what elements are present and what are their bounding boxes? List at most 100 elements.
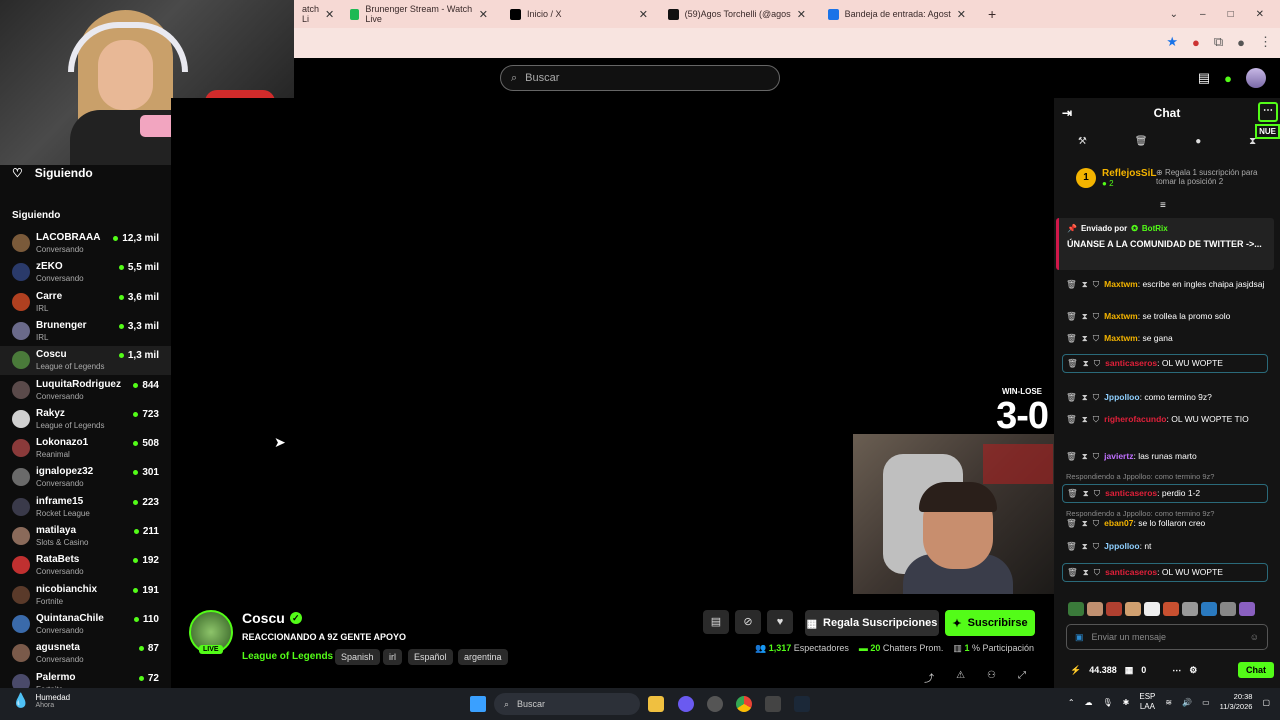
puzzle-icon[interactable]: ⧉	[1214, 34, 1223, 50]
taskbar-search[interactable]: ⌕ Buscar	[494, 693, 640, 715]
sidebar-channel[interactable]: Carre IRL 3,6 mil	[0, 288, 171, 317]
chat-username[interactable]: santicaseros	[1105, 488, 1157, 498]
network-icon[interactable]: ☁	[1085, 698, 1093, 707]
chat-message[interactable]: 🗑 ⧗ ⛉ santicaseros: perdio 1-2	[1062, 484, 1268, 503]
gift-goal[interactable]: ⊕ Regala 1 suscripción para tomar la pos…	[1156, 168, 1268, 186]
sidebar-header[interactable]: ♡ Siguiendo	[12, 165, 93, 181]
avatar[interactable]	[1246, 68, 1266, 88]
extension-icon[interactable]: ●	[1192, 35, 1200, 50]
app-icon[interactable]	[765, 696, 781, 712]
maximize-icon[interactable]: □	[1228, 9, 1234, 20]
chat-message[interactable]: 🗑 ⧗ ⛉ Maxtwm: se trollea la promo solo	[1066, 310, 1270, 323]
chat-username[interactable]: eban07	[1104, 518, 1133, 528]
emote-icon[interactable]	[1182, 602, 1198, 616]
shield-icon[interactable]: ⛉	[1094, 358, 1100, 368]
hourglass-icon[interactable]: ⧗	[1082, 333, 1088, 343]
stream-category[interactable]: League of Legends	[242, 651, 333, 662]
users-icon[interactable]: ⚇	[987, 670, 996, 685]
new-tab-button[interactable]: +	[980, 0, 1004, 28]
shield-icon[interactable]: ⛉	[1093, 392, 1099, 402]
chat-settings-icon[interactable]: ⋯	[1172, 665, 1181, 676]
wifi-icon[interactable]: ≋	[1165, 698, 1172, 707]
channel-name[interactable]: Coscu ✓	[242, 610, 302, 626]
bookmark-star-icon[interactable]: ★	[1166, 34, 1178, 50]
close-icon[interactable]: ✕	[639, 8, 648, 21]
weather-widget[interactable]: 💧 Humedad Ahora	[12, 692, 70, 709]
emote-icon[interactable]	[1087, 602, 1103, 616]
chat-username[interactable]: Jppolloo	[1104, 541, 1139, 551]
chat-message[interactable]: 🗑 ⧗ ⛉ Maxtwm: se gana	[1066, 332, 1270, 345]
chat-username[interactable]: Jppolloo	[1104, 392, 1139, 402]
sidebar-channel[interactable]: Lokonazo1 Reanimal 508	[0, 434, 171, 463]
inbox-icon[interactable]: ▤	[1198, 70, 1210, 86]
close-icon[interactable]: ✕	[957, 8, 966, 21]
emote-icon[interactable]	[1239, 602, 1255, 616]
browser-tab[interactable]: Brunenger Stream - Watch Live ✕	[342, 0, 496, 28]
search-input[interactable]: ⌕ Buscar	[500, 65, 780, 91]
subscribe-button[interactable]: ✦ Suscribirse	[945, 610, 1035, 636]
browser-tab[interactable]: (59)Agos Torchelli (@agostorch ✕	[660, 0, 814, 28]
trash-icon[interactable]: 🗑	[1066, 279, 1077, 289]
emote-icon[interactable]	[1201, 602, 1217, 616]
file-explorer-icon[interactable]	[648, 696, 664, 712]
volume-icon[interactable]: 🔊	[1182, 698, 1192, 707]
sidebar-channel[interactable]: ignalopez32 Conversando 301	[0, 463, 171, 492]
clip-button[interactable]: ▤	[703, 610, 729, 634]
browser-tab[interactable]: atch Li ✕	[294, 0, 338, 28]
battery-icon[interactable]: ▭	[1202, 698, 1210, 707]
trash-icon[interactable]: 🗑	[1066, 414, 1077, 424]
hourglass-icon[interactable]: ⧗	[1249, 136, 1256, 147]
share-icon[interactable]: ⤴	[924, 670, 934, 685]
bluetooth-icon[interactable]: ✱	[1123, 698, 1130, 707]
obs-icon[interactable]	[707, 696, 723, 712]
discord-icon[interactable]	[678, 696, 694, 712]
trash-icon[interactable]: 🗑	[1066, 392, 1077, 402]
trash-icon[interactable]: 🗑	[1066, 311, 1077, 321]
sidebar-channel[interactable]: inframe15 Rocket League 223	[0, 493, 171, 522]
sidebar-channel[interactable]: LuquitaRodriguez Conversando 844	[0, 376, 171, 405]
trash-icon[interactable]: 🗑	[1067, 567, 1078, 577]
browser-tab[interactable]: Bandeja de entrada: Agostina T ✕	[820, 0, 974, 28]
hourglass-icon[interactable]: ⧗	[1082, 541, 1088, 551]
collapse-chat-icon[interactable]: ⇥	[1062, 106, 1072, 120]
close-window-icon[interactable]: ✕	[1256, 9, 1264, 20]
trash-icon[interactable]: 🗑	[1066, 451, 1077, 461]
pinned-message[interactable]: 📌 Enviado por ✪ BotRix ÚNANSE A LA COMUN…	[1056, 218, 1274, 270]
sidebar-channel[interactable]: matilaya Slots & Casino 211	[0, 522, 171, 551]
trash-icon[interactable]: 🗑	[1066, 333, 1077, 343]
trash-icon[interactable]: 🗑	[1067, 358, 1078, 368]
trash-icon[interactable]: 🗑	[1135, 136, 1148, 147]
hourglass-icon[interactable]: ⧗	[1082, 311, 1088, 321]
sidebar-channel[interactable]: Coscu League of Legends 1,3 mil	[0, 346, 171, 376]
chat-message[interactable]: 🗑 ⧗ ⛉ eban07: se lo follaron creo	[1066, 517, 1270, 530]
close-icon[interactable]: ✕	[479, 8, 488, 21]
chat-username[interactable]: santicaseros	[1105, 567, 1157, 577]
chrome-icon[interactable]	[736, 696, 752, 712]
sidebar-channel[interactable]: RataBets Conversando 192	[0, 551, 171, 580]
stream-tag[interactable]: Spanish	[335, 649, 380, 665]
sidebar-channel[interactable]: QuintanaChile Conversando 110	[0, 610, 171, 639]
hourglass-icon[interactable]: ⧗	[1082, 451, 1088, 461]
more-options-icon[interactable]: ⋯	[1258, 102, 1278, 122]
hourglass-icon[interactable]: ⧗	[1082, 279, 1088, 289]
mute-notifications-button[interactable]: ⊘	[735, 610, 761, 634]
trash-icon[interactable]: 🗑	[1066, 541, 1077, 551]
follow-heart-button[interactable]: ♥	[767, 610, 793, 634]
shield-icon[interactable]: ⛉	[1093, 311, 1099, 321]
gear-icon[interactable]: ⚙	[1189, 665, 1197, 676]
emote-icon[interactable]	[1125, 602, 1141, 616]
browser-tab[interactable]: Inicio / X ✕	[502, 0, 656, 28]
chat-message[interactable]: 🗑 ⧗ ⛉ javiertz: las runas marto	[1066, 450, 1270, 463]
hourglass-icon[interactable]: ⧗	[1082, 414, 1088, 424]
chat-message[interactable]: 🗑 ⧗ ⛉ Jppolloo: nt	[1066, 540, 1270, 553]
tab-search-icon[interactable]: ⌄	[1170, 9, 1178, 20]
chat-username[interactable]: javiertz	[1104, 451, 1133, 461]
sidebar-channel[interactable]: zEKO Conversando 5,5 mil	[0, 258, 171, 287]
shield-icon[interactable]: ⛉	[1093, 518, 1099, 528]
trash-icon[interactable]: 🗑	[1067, 488, 1078, 498]
trash-icon[interactable]: 🗑	[1066, 518, 1077, 528]
sidebar-channel[interactable]: nicobianchix Fortnite 191	[0, 581, 171, 610]
expand-icon[interactable]: ≡	[1160, 200, 1166, 211]
chat-message[interactable]: 🗑 ⧗ ⛉ Jppolloo: como termino 9z?	[1066, 391, 1270, 404]
close-icon[interactable]: ✕	[325, 8, 334, 21]
